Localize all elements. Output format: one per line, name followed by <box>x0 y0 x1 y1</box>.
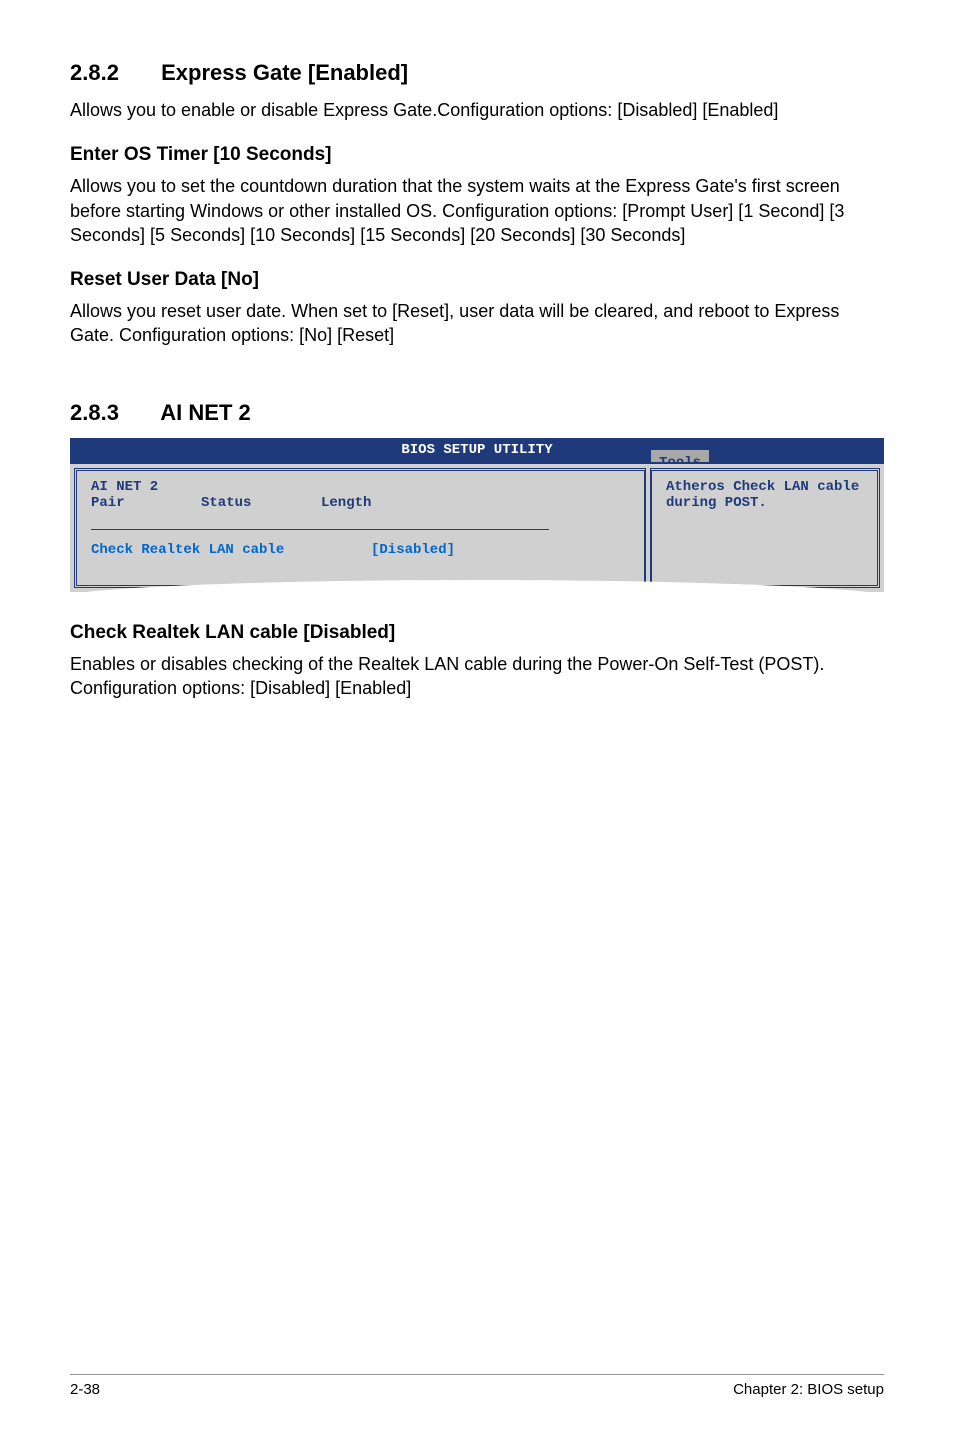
section-num-282: 2.8.2 <box>70 60 155 86</box>
check-realtek-body: Enables or disables checking of the Real… <box>70 652 884 701</box>
section-title-282: Express Gate [Enabled] <box>161 60 408 85</box>
bios-divider <box>91 529 549 530</box>
bios-col-status: Status <box>201 495 321 511</box>
section-title-283: AI NET 2 <box>160 400 250 425</box>
bios-screenshot: BIOS SETUP UTILITY Tools AI NET 2 Pair S… <box>70 438 884 592</box>
bios-body: AI NET 2 Pair Status Length Check Realte… <box>70 462 884 592</box>
section-282-body: Allows you to enable or disable Express … <box>70 98 884 122</box>
page-footer: 2-38 Chapter 2: BIOS setup <box>70 1374 884 1398</box>
bios-column-headers: Pair Status Length <box>91 495 630 511</box>
reset-user-heading: Reset User Data [No] <box>70 269 884 291</box>
enter-os-body: Allows you to set the countdown duration… <box>70 174 884 247</box>
bios-left-h1: AI NET 2 <box>91 479 630 495</box>
bios-header-title: BIOS SETUP UTILITY <box>401 442 552 458</box>
bios-setting-row: Check Realtek LAN cable [Disabled] <box>91 542 630 558</box>
footer-page-num: 2-38 <box>70 1381 100 1398</box>
bios-right-panel: Atheros Check LAN cable during POST. <box>650 468 880 588</box>
check-realtek-heading: Check Realtek LAN cable [Disabled] <box>70 622 884 644</box>
footer-chapter: Chapter 2: BIOS setup <box>733 1381 884 1398</box>
bios-left-panel: AI NET 2 Pair Status Length Check Realte… <box>74 468 646 588</box>
section-num-283: 2.8.3 <box>70 400 155 426</box>
bios-setting-value: [Disabled] <box>371 542 455 558</box>
section-heading-283: 2.8.3 AI NET 2 <box>70 400 884 426</box>
bios-header: BIOS SETUP UTILITY Tools <box>70 438 884 462</box>
enter-os-heading: Enter OS Timer [10 Seconds] <box>70 144 884 166</box>
bios-col-pair: Pair <box>91 495 201 511</box>
bios-col-length: Length <box>321 495 371 511</box>
section-heading-282: 2.8.2 Express Gate [Enabled] <box>70 60 884 86</box>
bios-setting-label: Check Realtek LAN cable <box>91 542 371 558</box>
reset-user-body: Allows you reset user date. When set to … <box>70 299 884 348</box>
